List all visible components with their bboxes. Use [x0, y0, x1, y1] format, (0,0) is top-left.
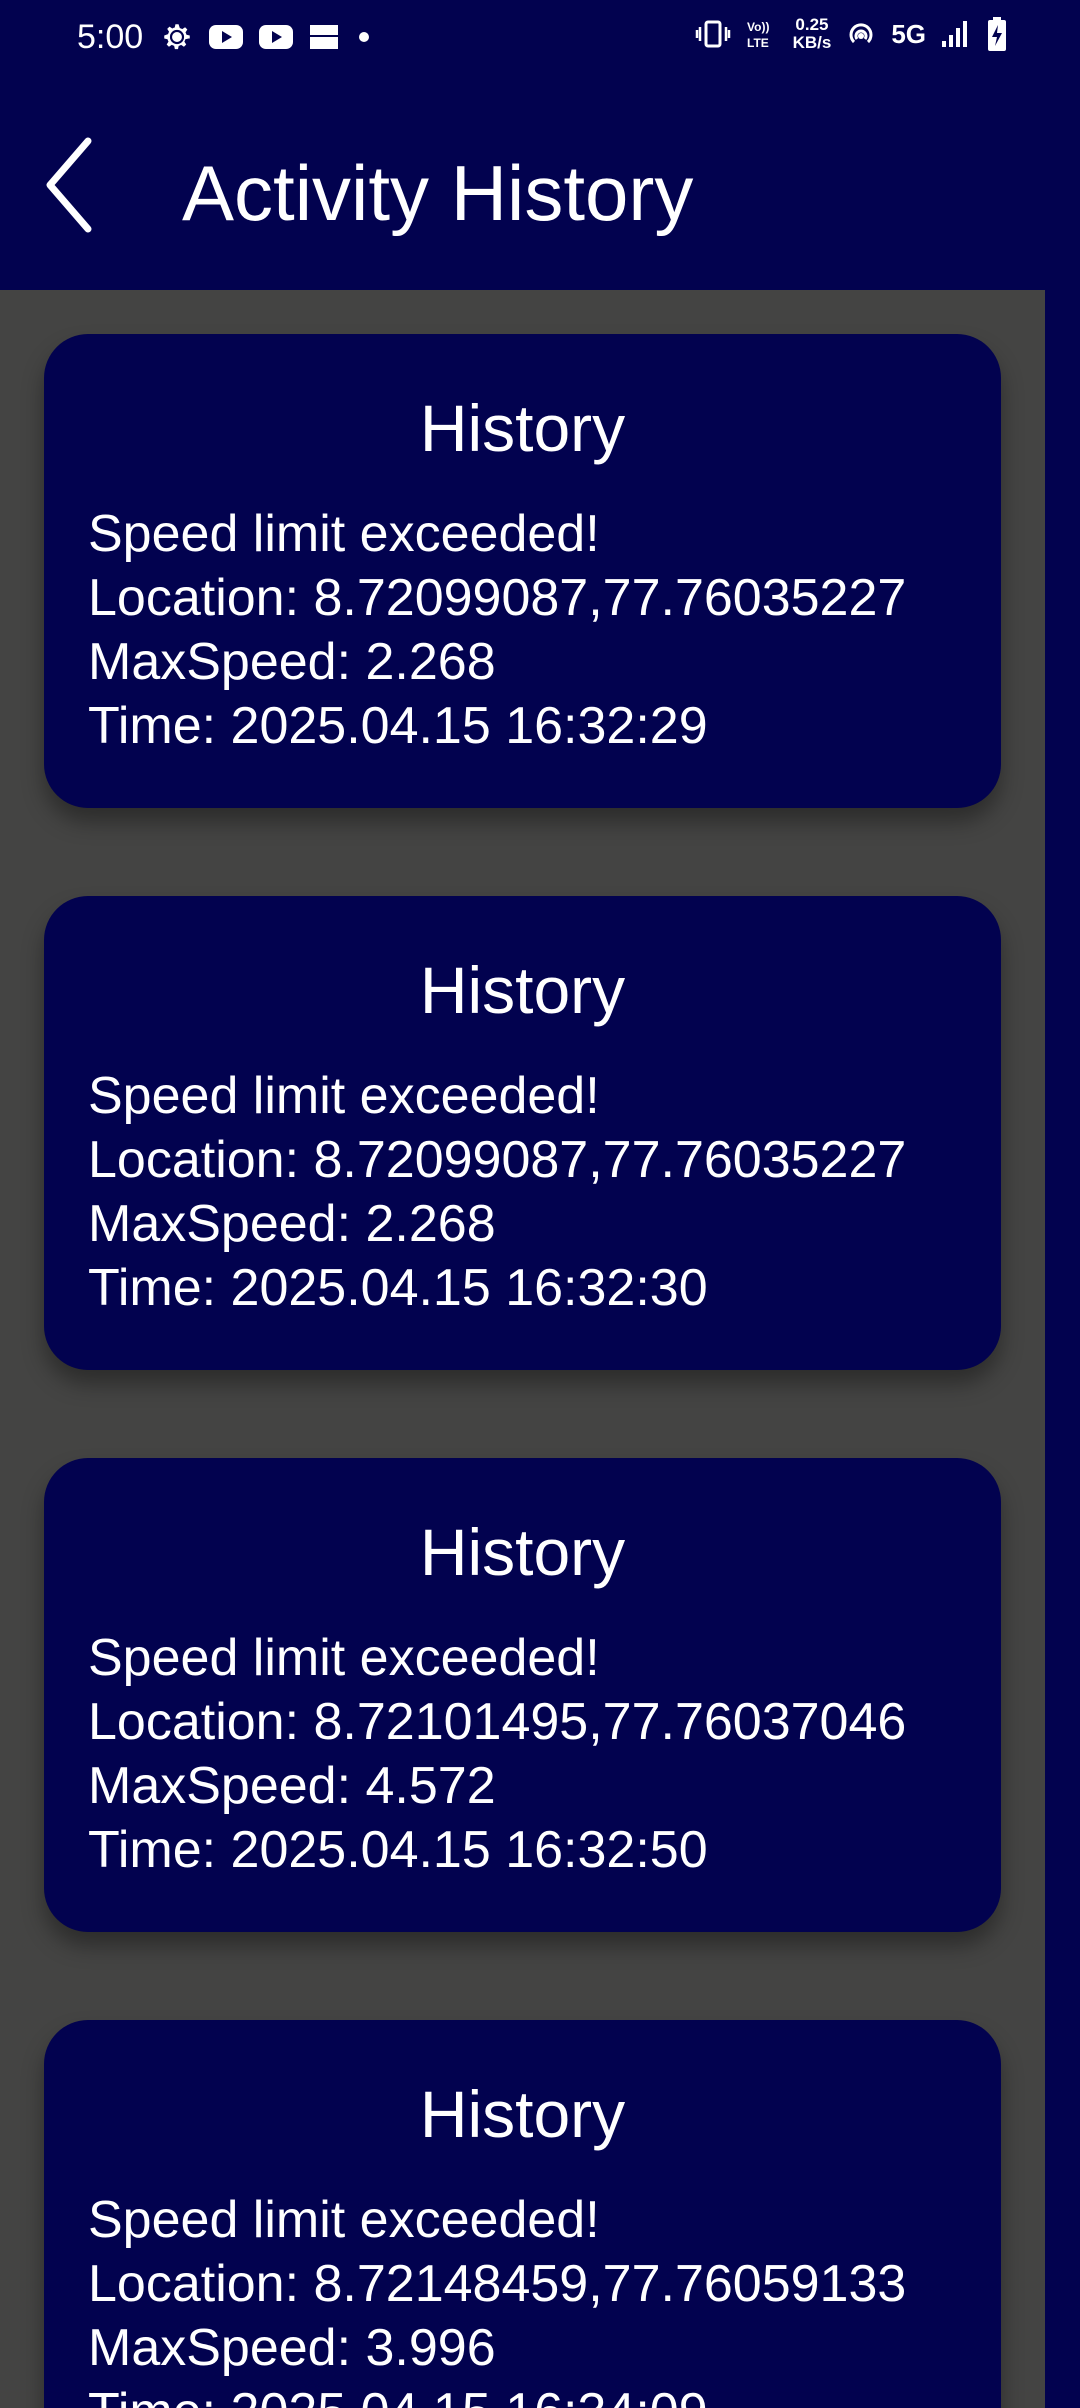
- status-bar: 5:00 Vo)) LTE 0.25 KB/s 5G: [0, 0, 1080, 80]
- chevron-left-icon: [46, 137, 92, 233]
- status-time: 5:00: [77, 18, 144, 56]
- history-card: History Speed limit exceeded! Location: …: [44, 896, 1001, 1370]
- dot-icon: [354, 27, 374, 47]
- card-message: Speed limit exceeded!: [88, 1629, 600, 1687]
- activity-history-screen: 5:00 Vo)) LTE 0.25 KB/s 5G Activity Hist…: [0, 0, 1080, 2408]
- card-time: Time: 2025.04.15 16:32:50: [88, 1821, 708, 1879]
- card-max-speed: MaxSpeed: 3.996: [88, 2319, 496, 2377]
- status-left-icons: [160, 20, 374, 54]
- card-message: Speed limit exceeded!: [88, 2191, 600, 2249]
- card-time: Time: 2025.04.15 16:32:29: [88, 697, 708, 755]
- network-type: 5G: [891, 18, 926, 49]
- card-title: History: [419, 391, 626, 465]
- youtube-icon: [258, 23, 294, 51]
- card-body: Speed limit exceeded! Location: 8.721484…: [88, 2188, 906, 2408]
- card-location: Location: 8.72101495,77.76037046: [88, 1693, 907, 1751]
- card-time: Time: 2025.04.15 16:34:09: [88, 2380, 906, 2408]
- card-title: History: [419, 1515, 626, 1589]
- card-location: Location: 8.72148459,77.76059133: [88, 2255, 907, 2313]
- youtube-icon: [208, 23, 244, 51]
- history-card: History Speed limit exceeded! Location: …: [44, 1458, 1001, 1932]
- card-body: Speed limit exceeded! Location: 8.720990…: [88, 1064, 906, 1320]
- app-bar: Activity History: [0, 80, 1080, 290]
- card-time: Time: 2025.04.15 16:32:30: [88, 1259, 708, 1317]
- history-card: History Speed limit exceeded! Location: …: [44, 2020, 1001, 2408]
- net-speed-indicator: 0.25 KB/s: [793, 16, 832, 52]
- net-speed-value: 0.25: [795, 15, 829, 34]
- page-title: Activity History: [182, 149, 694, 237]
- volte-icon: Vo)) LTE: [745, 17, 779, 51]
- history-list[interactable]: History Speed limit exceeded! Location: …: [0, 290, 1045, 2408]
- svg-text:Vo)): Vo)): [747, 20, 769, 34]
- back-button[interactable]: [30, 130, 110, 240]
- battery-charging-icon: [986, 16, 1008, 52]
- card-title: History: [419, 2077, 626, 2151]
- net-speed-unit: KB/s: [792, 33, 832, 52]
- card-title: History: [419, 953, 626, 1027]
- history-card: History Speed limit exceeded! Location: …: [44, 334, 1001, 808]
- signal-icon: [940, 19, 972, 49]
- card-message: Speed limit exceeded!: [88, 1067, 600, 1125]
- status-right-icons: Vo)) LTE 0.25 KB/s 5G: [695, 16, 1008, 52]
- settings-icon: [160, 20, 194, 54]
- card-location: Location: 8.72099087,77.76035227: [88, 569, 907, 627]
- card-body: Speed limit exceeded! Location: 8.720990…: [88, 502, 906, 758]
- card-message: Speed limit exceeded!: [88, 505, 600, 563]
- vibrate-icon: [695, 19, 731, 49]
- card-max-speed: MaxSpeed: 2.268: [88, 633, 496, 691]
- card-max-speed: MaxSpeed: 2.268: [88, 1195, 496, 1253]
- hotspot-icon: [845, 18, 877, 50]
- svg-text:LTE: LTE: [747, 36, 769, 50]
- card-location: Location: 8.72099087,77.76035227: [88, 1131, 907, 1189]
- card-max-speed: MaxSpeed: 4.572: [88, 1757, 496, 1815]
- sun-nxt-icon: [308, 23, 340, 51]
- card-body: Speed limit exceeded! Location: 8.721014…: [88, 1626, 906, 1882]
